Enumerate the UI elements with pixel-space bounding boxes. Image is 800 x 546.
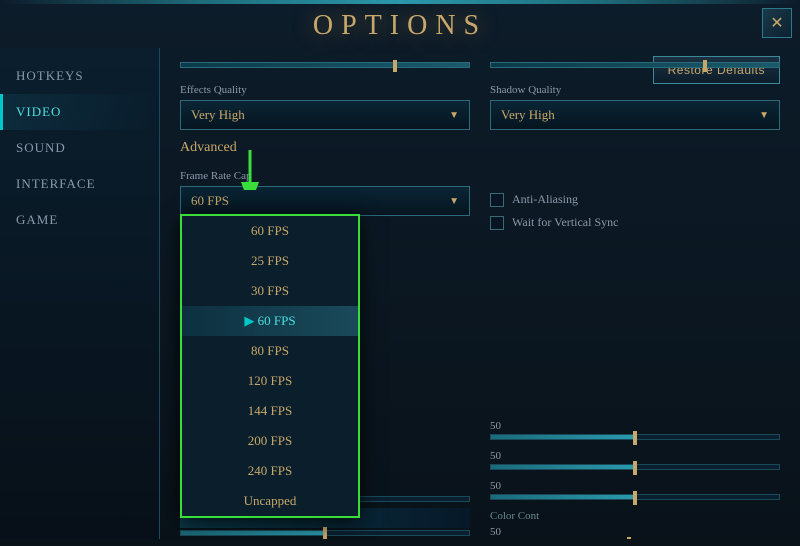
sidebar-item-sound[interactable]: SOUND: [0, 130, 159, 166]
header: OPTIONS ✕: [0, 0, 800, 48]
right-slider-2[interactable]: [490, 464, 780, 470]
close-button[interactable]: ✕: [762, 8, 792, 38]
fps-option-25[interactable]: 25 FPS: [182, 246, 358, 276]
color-contrast-label: Color Cont: [490, 510, 780, 522]
color-contrast-value: 50: [490, 526, 501, 538]
fps-option-60-top[interactable]: 60 FPS: [182, 216, 358, 246]
fps-dropdown-list: 60 FPS 25 FPS 30 FPS 60 FPS 80 FPS 120 F…: [180, 214, 360, 518]
fps-option-240[interactable]: 240 FPS: [182, 456, 358, 486]
color-contrast-group: Color Cont 50: [490, 510, 780, 539]
arrow-annotation: [240, 150, 300, 195]
content-area: Restore Defaults Effects Quality Very Hi…: [160, 48, 800, 539]
slider-b[interactable]: [180, 530, 470, 536]
fps-option-30[interactable]: 30 FPS: [182, 276, 358, 306]
sidebar-item-hotkeys[interactable]: HOTKEYS: [0, 58, 159, 94]
top-slider-right-group: [490, 60, 780, 68]
shadow-quality-group: Shadow Quality Very High ▼: [490, 76, 780, 130]
top-slider-left-group: [180, 60, 470, 68]
right-slider-1[interactable]: [490, 434, 780, 440]
frame-rate-cap-label: Frame Rate Cap: [180, 170, 470, 182]
quality-dropdowns-row: Effects Quality Very High ▼ Shadow Quali…: [180, 76, 780, 130]
vsync-item: Wait for Vertical Sync: [490, 215, 780, 230]
vsync-checkbox[interactable]: [490, 216, 504, 230]
slider-2-value: 50: [490, 450, 501, 462]
main-layout: HOTKEYS VIDEO SOUND INTERFACE GAME Resto…: [0, 48, 800, 539]
shadow-quality-value: Very High: [501, 107, 555, 123]
fps-option-uncapped[interactable]: Uncapped: [182, 486, 358, 516]
sidebar-item-interface[interactable]: INTERFACE: [0, 166, 159, 202]
frame-rate-cap-container: 60 FPS ▼ 60 FPS 25 FPS 30 FPS 60 FPS 80 …: [180, 186, 470, 216]
fps-option-144[interactable]: 144 FPS: [182, 396, 358, 426]
top-sliders-row: [180, 60, 780, 68]
frame-rate-cap-value: 60 FPS: [191, 193, 229, 209]
top-slider-right[interactable]: [490, 62, 780, 68]
left-column: Frame Rate Cap 60 FPS ▼ 60 FPS 25 FPS 30…: [180, 162, 470, 539]
right-column: Anti-Aliasing Wait for Vertical Sync 50: [490, 162, 780, 539]
fps-option-200[interactable]: 200 FPS: [182, 426, 358, 456]
effects-quality-group: Effects Quality Very High ▼: [180, 76, 470, 130]
frame-rate-cap-dropdown[interactable]: 60 FPS ▼: [180, 186, 470, 216]
page-title: OPTIONS: [313, 10, 487, 41]
anti-aliasing-label: Anti-Aliasing: [512, 192, 578, 207]
checkboxes-area: Anti-Aliasing Wait for Vertical Sync: [490, 192, 780, 230]
sidebar-item-video[interactable]: VIDEO: [0, 94, 159, 130]
fps-option-60-selected[interactable]: 60 FPS: [182, 306, 358, 336]
effects-quality-value: Very High: [191, 107, 245, 123]
effects-quality-label: Effects Quality: [180, 84, 470, 96]
shadow-quality-arrow: ▼: [759, 110, 769, 121]
restore-defaults-button[interactable]: Restore Defaults: [653, 56, 780, 84]
frame-rate-cap-arrow: ▼: [449, 196, 459, 207]
right-slider-3[interactable]: [490, 494, 780, 500]
effects-quality-arrow: ▼: [449, 110, 459, 121]
color-contrast-value-row: 50: [490, 526, 780, 538]
fps-option-120[interactable]: 120 FPS: [182, 366, 358, 396]
top-slider-left[interactable]: [180, 62, 470, 68]
shadow-quality-label: Shadow Quality: [490, 84, 780, 96]
sidebar: HOTKEYS VIDEO SOUND INTERFACE GAME: [0, 48, 160, 539]
shadow-quality-dropdown[interactable]: Very High ▼: [490, 100, 780, 130]
advanced-row: Frame Rate Cap 60 FPS ▼ 60 FPS 25 FPS 30…: [180, 162, 780, 539]
right-sliders-area: 50 50 50: [490, 420, 780, 539]
anti-aliasing-item: Anti-Aliasing: [490, 192, 780, 207]
anti-aliasing-checkbox[interactable]: [490, 193, 504, 207]
effects-quality-dropdown[interactable]: Very High ▼: [180, 100, 470, 130]
slider-1-value: 50: [490, 420, 501, 432]
fps-option-80[interactable]: 80 FPS: [182, 336, 358, 366]
sidebar-item-game[interactable]: GAME: [0, 202, 159, 238]
vsync-label: Wait for Vertical Sync: [512, 215, 618, 230]
slider-3-value: 50: [490, 480, 501, 492]
